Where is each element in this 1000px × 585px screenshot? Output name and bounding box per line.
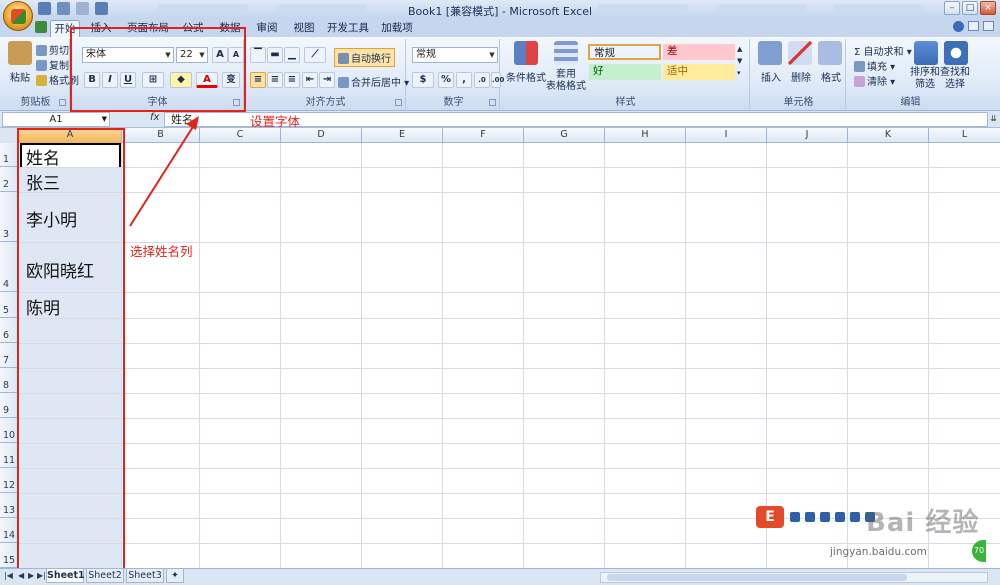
sheet-tab-1[interactable]: Sheet1 bbox=[46, 569, 85, 583]
baidu-logo-icon: E bbox=[756, 506, 784, 528]
watermark-url: jingyan.baidu.com bbox=[830, 546, 927, 558]
score-badge: 70 bbox=[972, 540, 986, 562]
prev-sheet-icon[interactable]: ◀ bbox=[18, 571, 24, 580]
first-sheet-icon[interactable]: |◀ bbox=[4, 571, 13, 580]
sheet-tab-bar: |◀ ◀ ▶ ▶| Sheet1 Sheet2 Sheet3 ✦ bbox=[0, 568, 1000, 585]
sheet-tab-2[interactable]: Sheet2 bbox=[86, 569, 124, 583]
sheet-tab-3[interactable]: Sheet3 bbox=[126, 569, 164, 583]
horizontal-scrollbar[interactable] bbox=[600, 572, 988, 583]
insert-sheet-icon[interactable]: ✦ bbox=[166, 569, 184, 583]
next-sheet-icon[interactable]: ▶ bbox=[28, 571, 34, 580]
scrollbar-thumb[interactable] bbox=[607, 574, 907, 581]
select-column-annotation: 选择姓名列 bbox=[130, 244, 193, 259]
set-font-annotation: 设置字体 bbox=[250, 114, 301, 129]
last-sheet-icon[interactable]: ▶| bbox=[37, 571, 46, 580]
watermark-brand: Bai 经验 bbox=[866, 508, 980, 538]
toolbar-icons bbox=[790, 512, 875, 522]
baidu-watermark: E Bai 经验 jingyan.baidu.com 70 bbox=[756, 502, 986, 562]
office-button[interactable] bbox=[3, 1, 33, 31]
annotation-arrow bbox=[129, 116, 199, 227]
office-logo-icon bbox=[11, 9, 26, 24]
